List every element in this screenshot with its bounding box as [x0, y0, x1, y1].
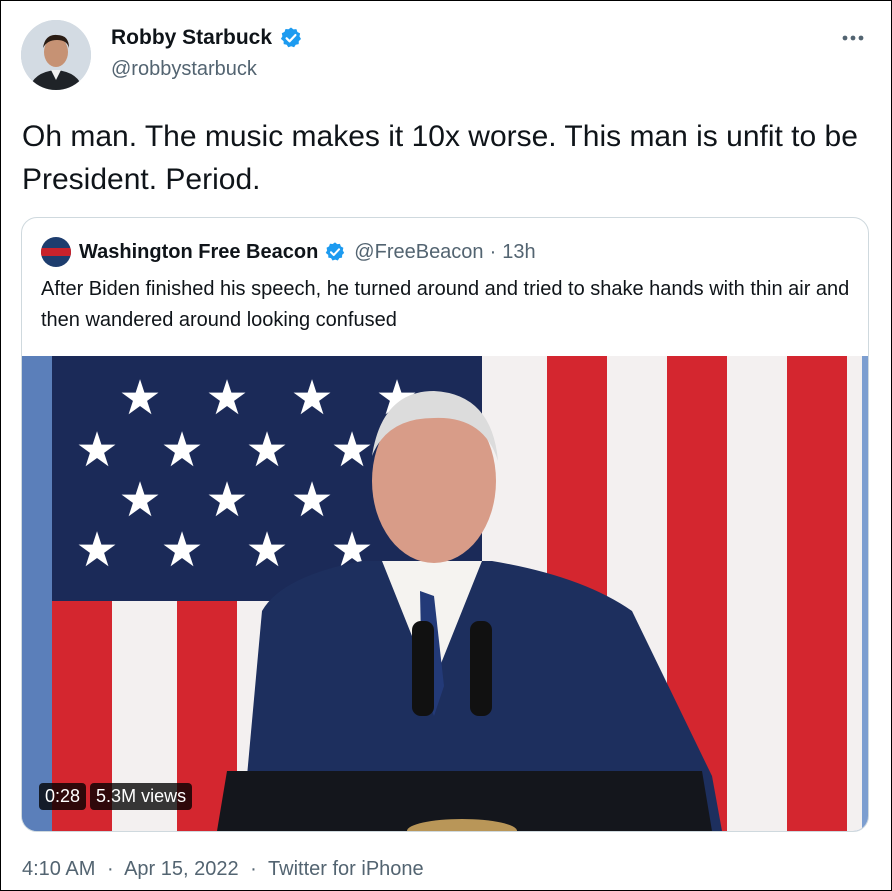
svg-text:★: ★	[118, 474, 161, 527]
svg-text:★: ★	[330, 424, 373, 477]
svg-text:★: ★	[160, 524, 203, 577]
quoted-tweet-time[interactable]: 13h	[502, 241, 535, 264]
tweet-source[interactable]: Twitter for iPhone	[268, 858, 424, 880]
tweet-time[interactable]: 4:10 AM	[22, 858, 95, 880]
quoted-author-handle[interactable]: @FreeBeacon	[354, 241, 483, 264]
svg-text:★: ★	[245, 424, 288, 477]
quoted-tweet-header: Washington Free Beacon @FreeBeacon · 13h	[41, 237, 536, 267]
svg-text:★: ★	[205, 474, 248, 527]
separator-dot: ·	[106, 858, 114, 880]
author-avatar[interactable]	[21, 20, 91, 90]
svg-text:★: ★	[160, 424, 203, 477]
author-name-row[interactable]: Robby Starbuck	[111, 26, 303, 50]
quoted-author-name[interactable]: Washington Free Beacon	[79, 241, 318, 264]
author-name[interactable]: Robby Starbuck	[111, 26, 272, 50]
svg-text:★: ★	[118, 372, 161, 425]
tweet-date[interactable]: Apr 15, 2022	[124, 858, 239, 880]
video-views: 5.3M views	[90, 783, 193, 810]
tweet-metadata: 4:10 AM · Apr 15, 2022 · Twitter for iPh…	[22, 858, 424, 881]
verified-badge-icon	[324, 241, 346, 263]
separator-dot: ·	[250, 858, 257, 880]
author-handle[interactable]: @robbystarbuck	[111, 58, 257, 81]
svg-text:★: ★	[75, 524, 118, 577]
svg-text:★: ★	[290, 474, 333, 527]
svg-text:★: ★	[205, 372, 248, 425]
tweet-text: Oh man. The music makes it 10x worse. Th…	[22, 120, 858, 196]
quoted-author-avatar[interactable]	[41, 237, 71, 267]
verified-badge-icon	[279, 26, 303, 50]
tweet-card: Robby Starbuck @robbystarbuck Oh man. Th…	[0, 0, 892, 891]
quoted-tweet-text: After Biden finished his speech, he turn…	[41, 278, 850, 331]
quoted-tweet[interactable]: Washington Free Beacon @FreeBeacon · 13h…	[21, 217, 869, 832]
svg-text:★: ★	[75, 424, 118, 477]
more-horizontal-icon[interactable]	[840, 25, 866, 51]
separator-dot: ·	[489, 240, 497, 263]
svg-text:★: ★	[290, 372, 333, 425]
video-player[interactable]: ★ ★ ★ ★ ★ ★ ★ ★ ★ ★ ★ ★ ★ ★ ★ 0:28 5.3M …	[22, 356, 868, 831]
video-duration: 0:28	[39, 783, 87, 810]
svg-text:★: ★	[245, 524, 288, 577]
video-thumbnail: ★ ★ ★ ★ ★ ★ ★ ★ ★ ★ ★ ★ ★ ★ ★	[22, 356, 868, 831]
video-badges: 0:28 5.3M views	[39, 783, 193, 810]
